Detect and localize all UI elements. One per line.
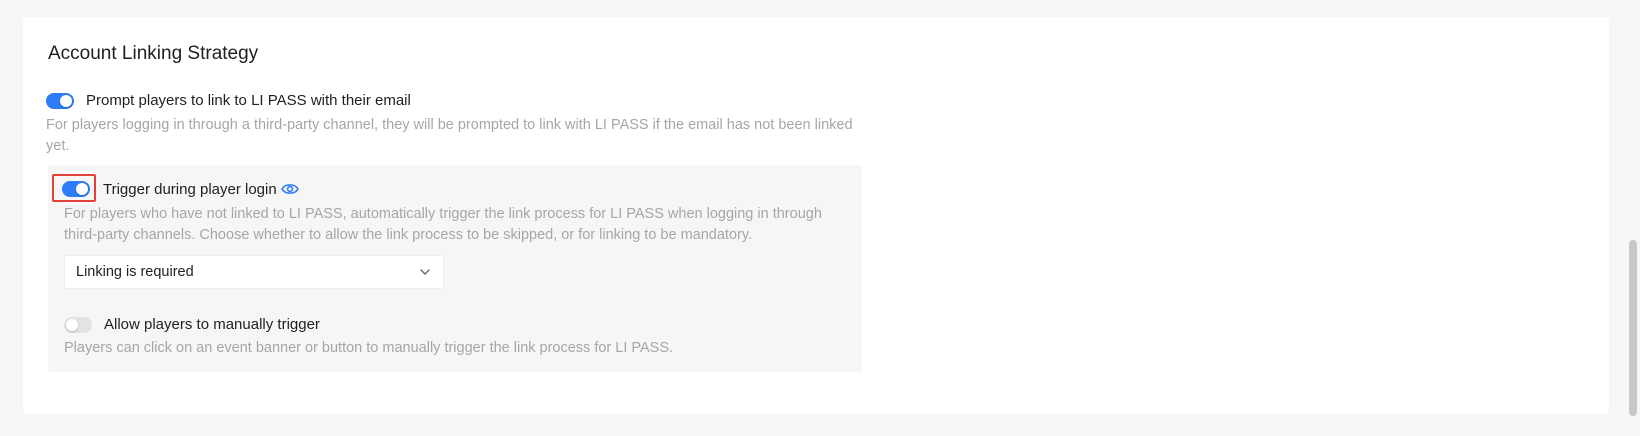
vertical-scrollbar[interactable] — [1629, 240, 1637, 416]
toggle-knob — [76, 183, 88, 195]
linking-mode-select[interactable]: Linking is required — [64, 255, 444, 289]
toggle-knob — [60, 95, 72, 107]
trigger-login-description: For players who have not linked to LI PA… — [64, 206, 822, 243]
section-title: Account Linking Strategy — [48, 43, 259, 64]
manual-trigger-label: Allow players to manually trigger — [104, 316, 320, 333]
manual-trigger-description: Players can click on an event banner or … — [64, 340, 674, 356]
prompt-link-description: For players logging in through a third-p… — [46, 117, 853, 154]
trigger-options-panel: Trigger during player login For players … — [48, 165, 862, 372]
manual-trigger-toggle[interactable] — [64, 317, 92, 333]
toggle-knob — [66, 319, 78, 331]
prompt-link-label: Prompt players to link to LI PASS with t… — [86, 92, 411, 109]
trigger-login-label: Trigger during player login — [103, 181, 277, 198]
chevron-down-icon — [420, 269, 430, 275]
page: Account Linking Strategy Prompt players … — [0, 0, 1640, 436]
prompt-link-toggle[interactable] — [46, 93, 74, 109]
eye-icon[interactable] — [281, 182, 299, 196]
account-linking-card: Account Linking Strategy Prompt players … — [23, 17, 1609, 414]
linking-mode-value: Linking is required — [76, 264, 194, 280]
trigger-login-toggle[interactable] — [62, 181, 90, 197]
